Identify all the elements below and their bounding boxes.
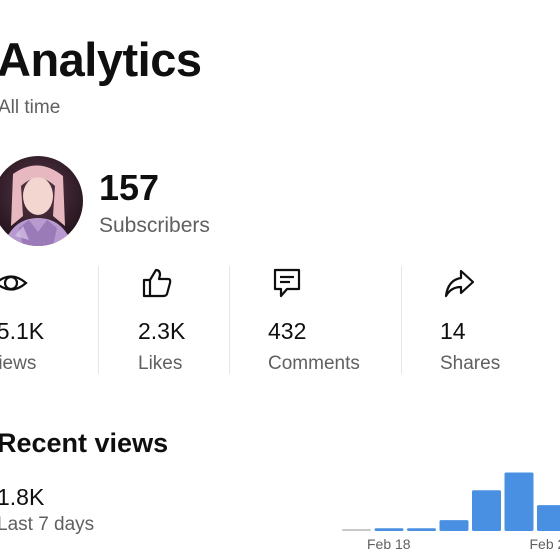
subscriber-count: 157 [99,167,160,208]
thumbs-up-icon [142,268,172,298]
eye-icon [0,275,28,291]
chart-bar[interactable] [374,528,404,531]
recent-views-period: Last 7 days [0,514,95,535]
chart-x-tick-label: Feb 24 [530,536,560,552]
avatar[interactable] [0,156,83,246]
likes-value: 2.3K [138,318,186,344]
chart-bar[interactable] [439,520,469,531]
time-range-label[interactable]: All time [0,97,60,119]
share-icon [444,269,475,298]
shares-label: Shares [440,353,501,374]
chart-bar[interactable] [342,529,371,531]
recent-views-value: 1.8K [0,484,45,510]
views-label: Views [0,353,37,374]
comment-icon [273,268,301,298]
chart-x-tick-label: Feb 18 [367,536,411,552]
chart-bar[interactable] [407,528,436,531]
comments-value: 432 [268,318,307,344]
chart-bar[interactable] [472,490,501,531]
recent-views-chart[interactable]: Feb 18 Feb 24 [330,460,560,560]
subscriber-label: Subscribers [99,214,210,237]
views-value: 35.1K [0,318,45,344]
stat-divider [98,266,99,374]
chart-bar[interactable] [504,472,534,531]
recent-views-title: Recent views [0,428,169,458]
stat-divider [229,266,230,374]
stat-divider [401,266,402,374]
page-title: Analytics [0,33,202,86]
shares-value: 14 [440,318,466,344]
chart-bar[interactable] [537,505,560,531]
comments-label: Comments [268,353,360,374]
likes-label: Likes [138,353,183,374]
